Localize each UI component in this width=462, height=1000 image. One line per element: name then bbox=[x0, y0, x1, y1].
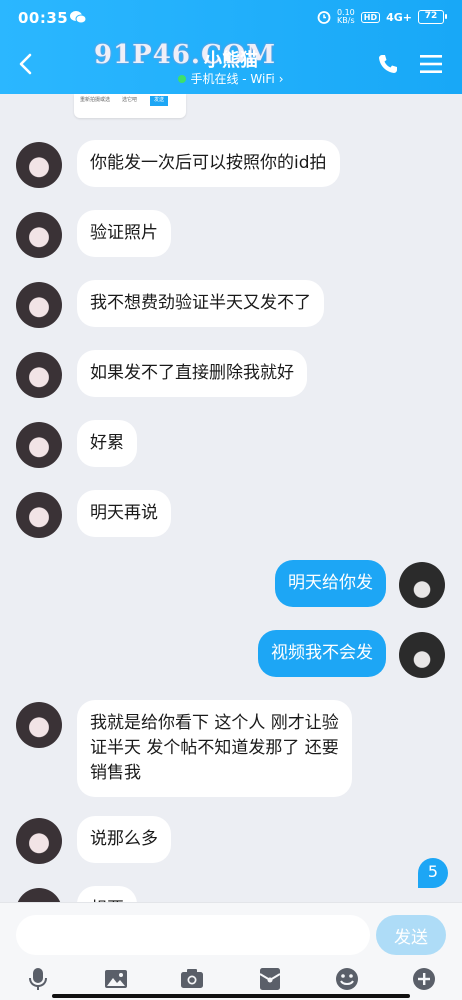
contact-avatar[interactable] bbox=[16, 212, 62, 258]
net-speed-unit: KB/s bbox=[337, 16, 355, 25]
message-row: 如果发不了直接删除我就好 bbox=[0, 350, 462, 400]
message-bubble[interactable]: 明天再说 bbox=[77, 490, 171, 537]
message-row: 说那么多 bbox=[0, 816, 462, 866]
send-button[interactable]: 发送 bbox=[376, 915, 446, 955]
chat-area[interactable]: 重新拍摄或选 选它吧 发送 你能发一次后可以按照你的id拍 验证照片 我不想费劲… bbox=[0, 94, 462, 902]
contact-avatar[interactable] bbox=[16, 492, 62, 538]
contact-avatar[interactable] bbox=[16, 888, 62, 902]
my-message-bubble[interactable]: 视频我不会发 bbox=[258, 630, 386, 677]
contact-avatar[interactable] bbox=[16, 702, 62, 748]
emoji-icon[interactable] bbox=[333, 965, 361, 993]
menu-button[interactable] bbox=[418, 52, 444, 76]
image-icon[interactable] bbox=[102, 965, 130, 993]
message-row: 我就是给你看下 这个人 刚才让验 证半天 发个帖不知道发那了 还要 销售我 bbox=[0, 700, 462, 800]
message-bubble[interactable]: 想要 bbox=[77, 886, 137, 902]
contact-status-text: 手机在线 - WiFi bbox=[190, 72, 275, 86]
alarm-icon bbox=[317, 11, 331, 24]
message-bubble[interactable]: 验证照片 bbox=[77, 210, 171, 257]
status-bar: 00:35 0.10 KB/s HD 4G+ 72 bbox=[0, 0, 462, 36]
my-message-bubble[interactable]: 明天给你发 bbox=[275, 560, 386, 607]
image-text: 选它吧 bbox=[122, 97, 138, 103]
input-toolbar bbox=[0, 963, 462, 997]
my-avatar[interactable] bbox=[399, 632, 445, 678]
unread-count: 5 bbox=[427, 862, 439, 881]
message-row: 好累 bbox=[0, 420, 462, 470]
status-time: 00:35 bbox=[18, 9, 69, 27]
hd-badge: HD bbox=[360, 11, 381, 23]
input-bar: 发送 bbox=[0, 902, 462, 1000]
unread-messages-badge[interactable]: 5 bbox=[418, 858, 448, 892]
message-row: 你能发一次后可以按照你的id拍 bbox=[0, 140, 462, 190]
camera-icon[interactable] bbox=[178, 965, 206, 993]
message-bubble[interactable]: 如果发不了直接删除我就好 bbox=[77, 350, 307, 397]
microphone-icon[interactable] bbox=[24, 965, 52, 993]
home-indicator[interactable] bbox=[52, 994, 410, 998]
contact-avatar[interactable] bbox=[16, 282, 62, 328]
message-row: 我不想费劲验证半天又发不了 bbox=[0, 280, 462, 330]
contact-avatar[interactable] bbox=[16, 142, 62, 188]
plus-icon[interactable] bbox=[410, 965, 438, 993]
message-row: 想要 bbox=[0, 886, 462, 902]
contact-avatar[interactable] bbox=[16, 422, 62, 468]
message-row: 视频我不会发 bbox=[0, 630, 462, 680]
message-input[interactable] bbox=[16, 915, 370, 955]
message-bubble[interactable]: 我就是给你看下 这个人 刚才让验 证半天 发个帖不知道发那了 还要 销售我 bbox=[77, 700, 352, 797]
image-text: 重新拍摄或选 bbox=[80, 97, 111, 103]
message-row: 明天给你发 bbox=[0, 560, 462, 610]
net-speed: 0.10 KB/s bbox=[337, 9, 355, 25]
wechat-icon bbox=[70, 11, 86, 24]
online-indicator bbox=[178, 74, 187, 83]
status-icons: 0.10 KB/s HD 4G+ 72 bbox=[317, 9, 447, 25]
message-row: 明天再说 bbox=[0, 490, 462, 540]
chat-header: 00:35 0.10 KB/s HD 4G+ 72 91P46.COM 小熊猫 … bbox=[0, 0, 462, 94]
chevron-right-icon: › bbox=[278, 71, 284, 86]
contact-avatar[interactable] bbox=[16, 352, 62, 398]
phone-call-button[interactable] bbox=[376, 52, 400, 76]
my-avatar[interactable] bbox=[399, 562, 445, 608]
signal-indicator: 4G+ bbox=[386, 10, 412, 24]
image-text: 发送 bbox=[150, 96, 169, 106]
message-bubble[interactable]: 说那么多 bbox=[77, 816, 171, 863]
contact-avatar[interactable] bbox=[16, 818, 62, 864]
battery-icon: 72 bbox=[418, 10, 447, 24]
message-bubble[interactable]: 我不想费劲验证半天又发不了 bbox=[77, 280, 324, 327]
message-bubble[interactable]: 好累 bbox=[77, 420, 137, 467]
message-row: 验证照片 bbox=[0, 210, 462, 260]
previous-image-message[interactable]: 重新拍摄或选 选它吧 发送 bbox=[74, 94, 186, 118]
message-bubble[interactable]: 你能发一次后可以按照你的id拍 bbox=[77, 140, 340, 187]
red-envelope-icon[interactable] bbox=[256, 965, 284, 993]
